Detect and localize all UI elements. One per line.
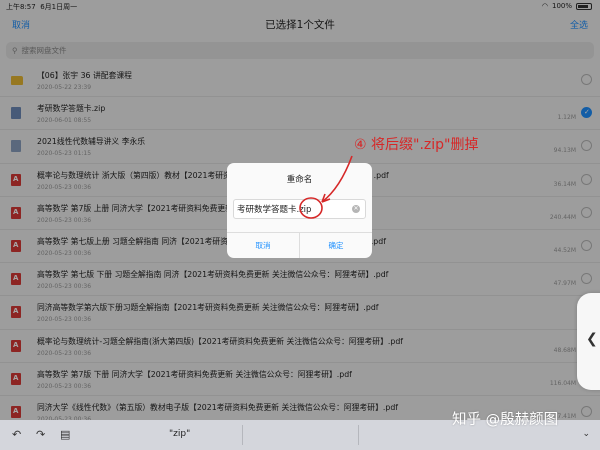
- toolbar-divider: [242, 425, 243, 445]
- chevron-left-icon: ❮: [586, 331, 598, 347]
- annotation-text: ④ 将后缀".zip"删掉: [354, 137, 479, 153]
- side-drawer-handle[interactable]: ❮: [577, 293, 600, 390]
- watermark: 知乎 @殷赫颜图: [452, 412, 559, 428]
- paste-icon[interactable]: ▤: [60, 428, 70, 441]
- redo-icon[interactable]: ↷: [36, 428, 45, 441]
- clear-input-icon[interactable]: ✕: [352, 205, 360, 213]
- autocomplete-suggestion[interactable]: "zip": [169, 429, 190, 439]
- dialog-confirm-button[interactable]: 确定: [300, 240, 372, 251]
- rename-input[interactable]: 考研数学答题卡.zip: [233, 199, 366, 219]
- dialog-cancel-button[interactable]: 取消: [227, 240, 299, 251]
- undo-icon[interactable]: ↶: [12, 428, 21, 441]
- keyboard-dismiss-icon[interactable]: ⌄: [582, 429, 590, 439]
- rename-dialog: 重命名 考研数学答题卡.zip ✕ 取消 确定: [227, 163, 372, 258]
- dialog-title: 重命名: [286, 175, 313, 185]
- toolbar-divider: [358, 425, 359, 445]
